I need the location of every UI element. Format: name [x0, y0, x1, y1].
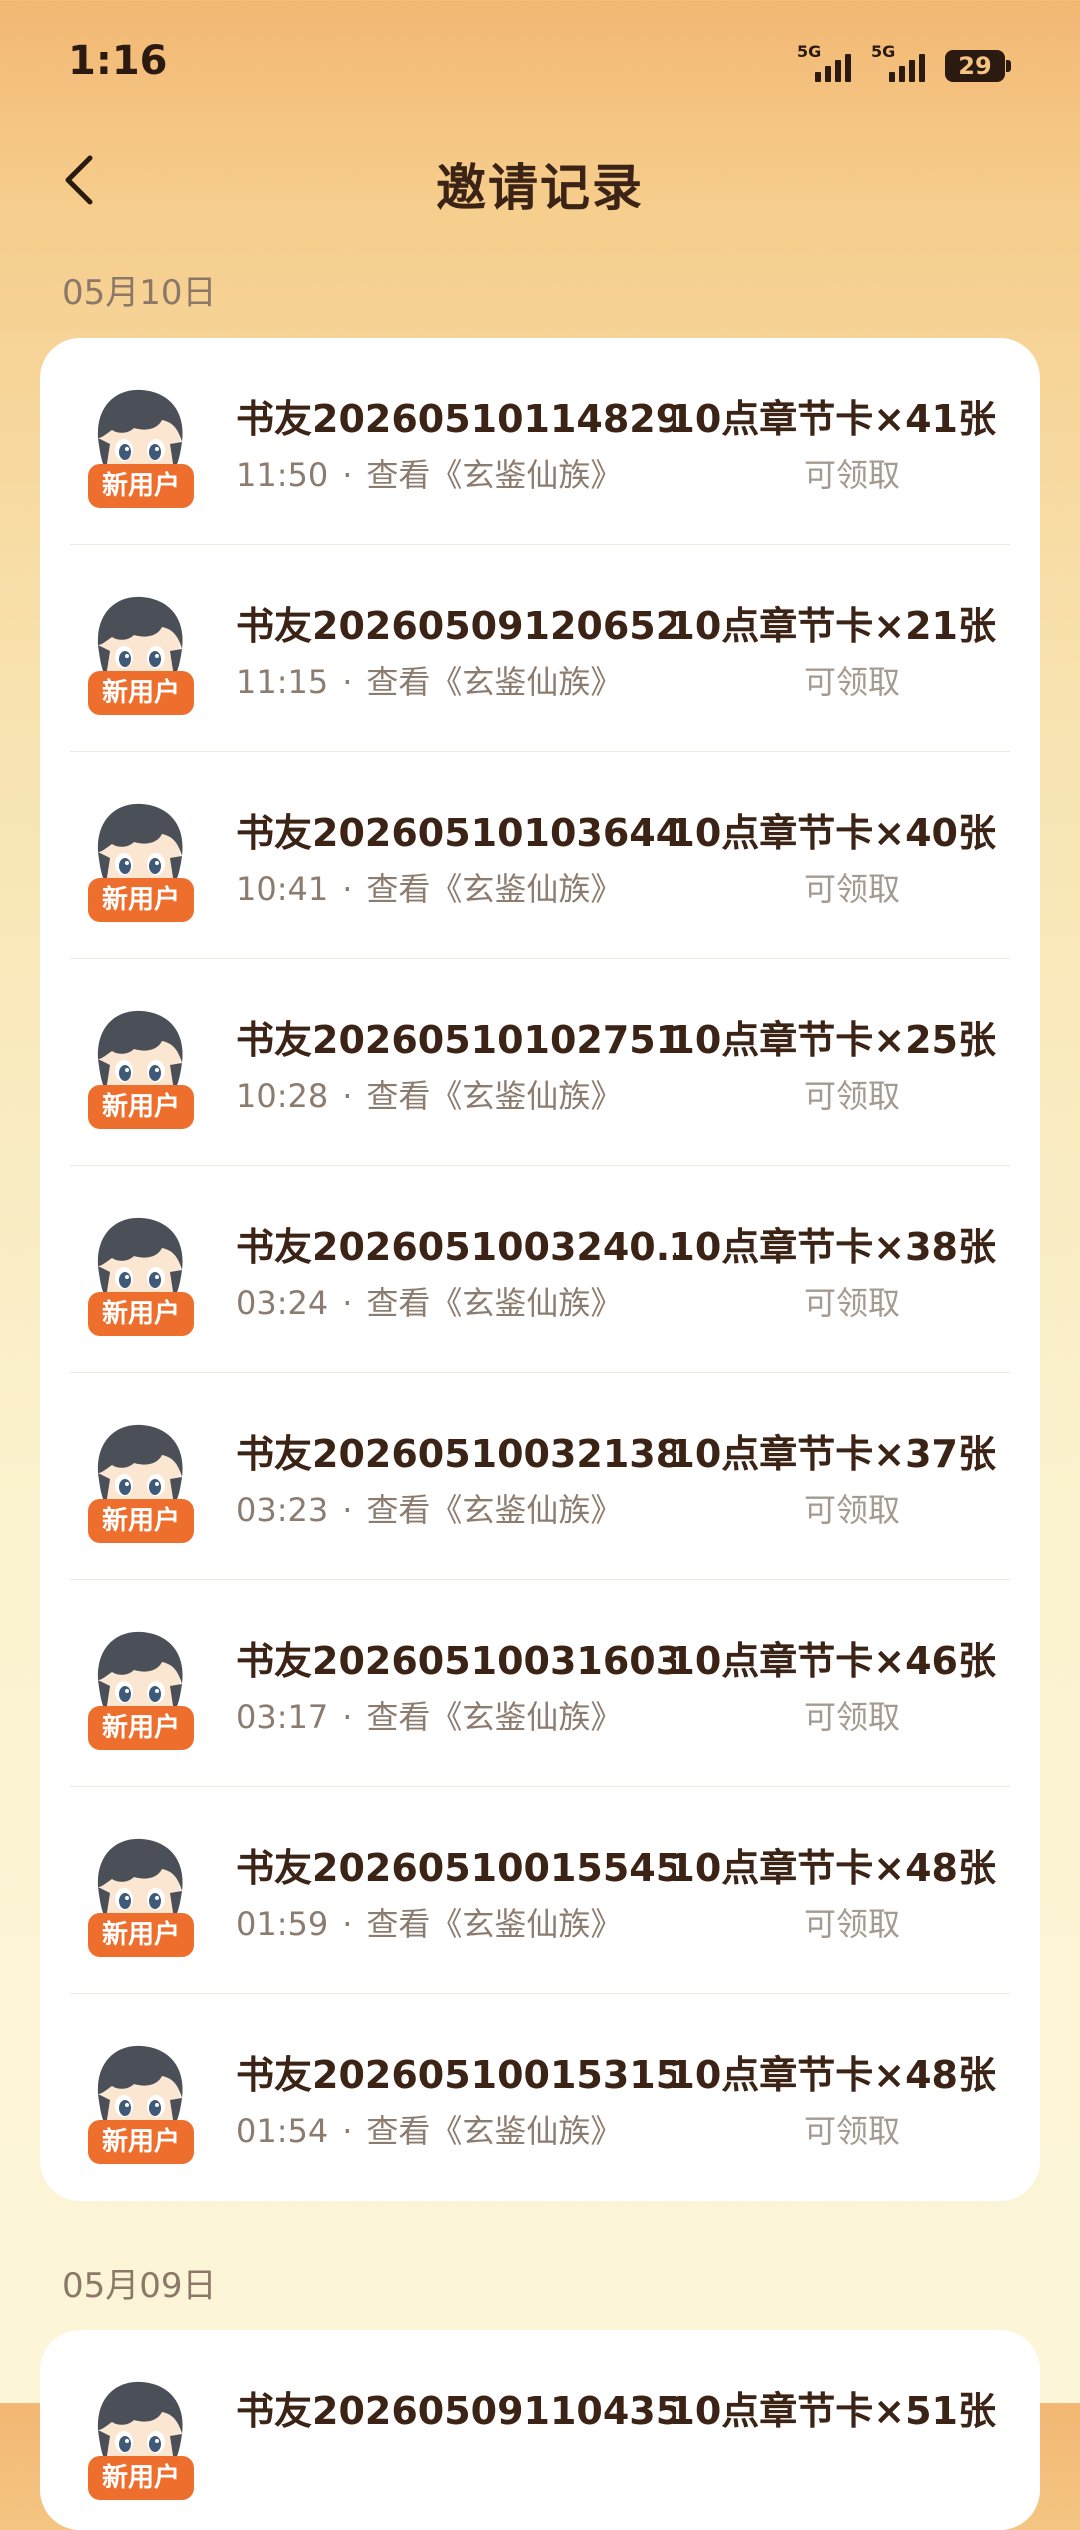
claim-status[interactable]: 可领取 — [804, 450, 900, 496]
reward-text: 10点章节卡×25张 — [668, 1018, 996, 1062]
reward-text: 10点章节卡×41张 — [668, 397, 996, 441]
new-user-badge: 新用户 — [88, 464, 194, 508]
record-time: 03:17 — [236, 1698, 329, 1736]
reward-text: 10点章节卡×21张 — [668, 604, 996, 648]
signal-icon: 5G — [871, 44, 931, 82]
reward-text: 10点章节卡×46张 — [668, 1639, 996, 1683]
user-name: 书友20260509110435... — [236, 2389, 676, 2433]
new-user-badge: 新用户 — [88, 878, 194, 922]
view-book-link[interactable]: 查看《玄鉴仙族》 — [366, 663, 622, 701]
signal-icon: 5G — [797, 44, 857, 82]
user-name: 书友20260510031603... — [236, 1639, 676, 1683]
claim-status[interactable]: 可领取 — [804, 1071, 900, 1117]
user-name: 书友20260510103644... — [236, 811, 676, 855]
record-time: 10:28 — [236, 1077, 329, 1115]
section-date: 05月09日 — [62, 2266, 217, 2306]
record-time: 01:59 — [236, 1905, 329, 1943]
record-meta: 11:15 · 查看《玄鉴仙族》 — [236, 657, 622, 703]
separator: · — [342, 1698, 353, 1736]
separator: · — [342, 663, 353, 701]
separator: · — [342, 1077, 353, 1115]
record-row[interactable]: 新用户 书友20260509110435... 10点章节卡×51张 — [40, 2330, 1040, 2530]
record-row[interactable]: 新用户 书友20260510114829... 11:50 · 查看《玄鉴仙族》 1… — [40, 338, 1040, 545]
reward-text: 10点章节卡×51张 — [668, 2389, 996, 2433]
separator: · — [342, 2112, 353, 2150]
new-user-badge: 新用户 — [88, 671, 194, 715]
claim-status[interactable]: 可领取 — [804, 1692, 900, 1738]
record-row[interactable]: 新用户 书友20260509120652... 11:15 · 查看《玄鉴仙族》 1… — [40, 545, 1040, 752]
separator: · — [342, 1905, 353, 1943]
claim-status[interactable]: 可领取 — [804, 1899, 900, 1945]
reward-text: 10点章节卡×38张 — [668, 1225, 996, 1269]
record-row[interactable]: 新用户 书友20260510015545... 01:59 · 查看《玄鉴仙族》 1… — [40, 1787, 1040, 1994]
page-title: 邀请记录 — [436, 159, 644, 217]
claim-status[interactable]: 可领取 — [804, 1485, 900, 1531]
status-time: 1:16 — [68, 38, 168, 84]
record-meta: 01:59 · 查看《玄鉴仙族》 — [236, 1899, 622, 1945]
separator: · — [342, 870, 353, 908]
view-book-link[interactable]: 查看《玄鉴仙族》 — [366, 1491, 622, 1529]
new-user-badge: 新用户 — [88, 2456, 194, 2500]
reward-text: 10点章节卡×48张 — [668, 2053, 996, 2097]
record-meta: 11:50 · 查看《玄鉴仙族》 — [236, 450, 622, 496]
battery-level: 29 — [958, 52, 992, 80]
claim-status[interactable]: 可领取 — [804, 1278, 900, 1324]
user-name: 书友20260510015545... — [236, 1846, 676, 1890]
reward-text: 10点章节卡×48张 — [668, 1846, 996, 1890]
record-row[interactable]: 新用户 书友20260510015315... 01:54 · 查看《玄鉴仙族》 1… — [40, 1994, 1040, 2201]
record-row[interactable]: 新用户 书友2026051003240... 03:24 · 查看《玄鉴仙族》 10… — [40, 1166, 1040, 1373]
records-card: 新用户 书友20260510114829... 11:50 · 查看《玄鉴仙族》 1… — [40, 338, 1040, 2201]
record-meta: 03:23 · 查看《玄鉴仙族》 — [236, 1485, 622, 1531]
new-user-badge: 新用户 — [88, 1706, 194, 1750]
record-row[interactable]: 新用户 书友20260510031603... 03:17 · 查看《玄鉴仙族》 1… — [40, 1580, 1040, 1787]
records-card: 新用户 书友20260509110435... 10点章节卡×51张 — [40, 2330, 1040, 2530]
new-user-badge: 新用户 — [88, 2120, 194, 2164]
view-book-link[interactable]: 查看《玄鉴仙族》 — [366, 1698, 622, 1736]
user-name: 书友20260510114829... — [236, 397, 676, 441]
record-time: 01:54 — [236, 2112, 329, 2150]
record-time: 11:50 — [236, 456, 329, 494]
claim-status[interactable]: 可领取 — [804, 657, 900, 703]
new-user-badge: 新用户 — [88, 1292, 194, 1336]
record-meta: 10:28 · 查看《玄鉴仙族》 — [236, 1071, 622, 1117]
view-book-link[interactable]: 查看《玄鉴仙族》 — [366, 2112, 622, 2150]
record-meta: 03:24 · 查看《玄鉴仙族》 — [236, 1278, 622, 1324]
record-row[interactable]: 新用户 书友20260510032138... 03:23 · 查看《玄鉴仙族》 1… — [40, 1373, 1040, 1580]
user-name: 书友20260509120652... — [236, 604, 676, 648]
claim-status[interactable]: 可领取 — [804, 2106, 900, 2152]
status-bar: 1:16 5G 5G 29 — [0, 0, 1080, 130]
view-book-link[interactable]: 查看《玄鉴仙族》 — [366, 1077, 622, 1115]
view-book-link[interactable]: 查看《玄鉴仙族》 — [366, 870, 622, 908]
separator: · — [342, 1491, 353, 1529]
nav-bar: 邀请记录 — [0, 130, 1080, 230]
view-book-link[interactable]: 查看《玄鉴仙族》 — [366, 1905, 622, 1943]
user-name: 书友20260510032138... — [236, 1432, 676, 1476]
reward-text: 10点章节卡×37张 — [668, 1432, 996, 1476]
status-icons: 5G 5G 29 — [797, 42, 1011, 82]
reward-text: 10点章节卡×40张 — [668, 811, 996, 855]
record-meta: 01:54 · 查看《玄鉴仙族》 — [236, 2106, 622, 2152]
battery-icon: 29 — [945, 50, 1011, 82]
new-user-badge: 新用户 — [88, 1085, 194, 1129]
user-name: 书友20260510015315... — [236, 2053, 676, 2097]
record-time: 03:24 — [236, 1284, 329, 1322]
new-user-badge: 新用户 — [88, 1913, 194, 1957]
new-user-badge: 新用户 — [88, 1499, 194, 1543]
record-time: 11:15 — [236, 663, 329, 701]
view-book-link[interactable]: 查看《玄鉴仙族》 — [366, 456, 622, 494]
section-date: 05月10日 — [62, 273, 217, 313]
record-row[interactable]: 新用户 书友20260510102751... 10:28 · 查看《玄鉴仙族》 1… — [40, 959, 1040, 1166]
claim-status[interactable]: 可领取 — [804, 864, 900, 910]
record-time: 10:41 — [236, 870, 329, 908]
user-name: 书友20260510102751... — [236, 1018, 676, 1062]
record-meta: 03:17 · 查看《玄鉴仙族》 — [236, 1692, 622, 1738]
view-book-link[interactable]: 查看《玄鉴仙族》 — [366, 1284, 622, 1322]
separator: · — [342, 456, 353, 494]
record-row[interactable]: 新用户 书友20260510103644... 10:41 · 查看《玄鉴仙族》 1… — [40, 752, 1040, 959]
record-meta: 10:41 · 查看《玄鉴仙族》 — [236, 864, 622, 910]
user-name: 书友2026051003240... — [236, 1225, 676, 1269]
record-time: 03:23 — [236, 1491, 329, 1529]
separator: · — [342, 1284, 353, 1322]
